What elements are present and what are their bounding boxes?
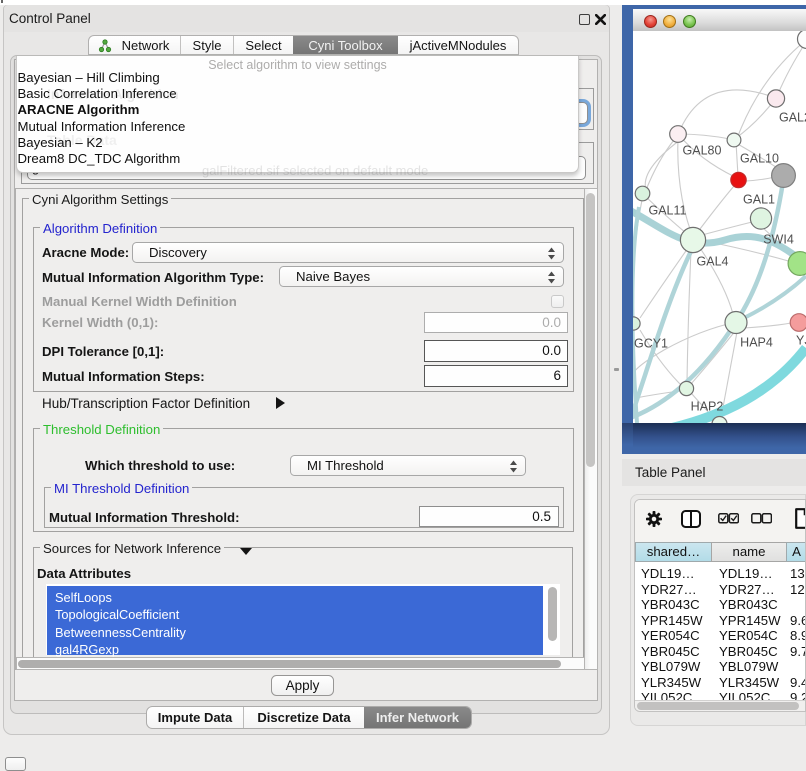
svg-text:GCY1: GCY1 [634, 337, 668, 351]
svg-text:SWI4: SWI4 [763, 233, 794, 247]
svg-text:GAL4: GAL4 [697, 255, 729, 269]
svg-text:GAL2: GAL2 [779, 111, 806, 125]
svg-text:GAL80: GAL80 [683, 144, 722, 158]
svg-text:YJR: YJR [796, 334, 806, 348]
svg-text:GAL10: GAL10 [740, 152, 779, 166]
svg-text:HAP4: HAP4 [740, 336, 773, 350]
svg-text:GAL11: GAL11 [649, 204, 687, 218]
svg-text:HAP2: HAP2 [691, 400, 724, 414]
svg-text:GAL1: GAL1 [743, 193, 775, 207]
